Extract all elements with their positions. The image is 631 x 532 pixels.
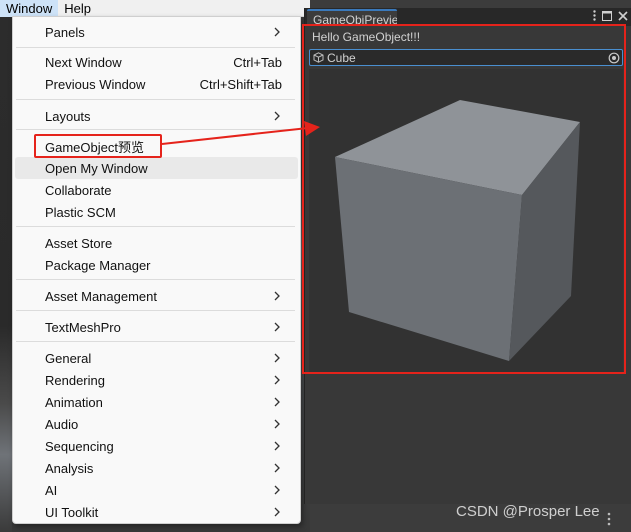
watermark: CSDN @Prosper Lee: [456, 503, 600, 520]
more-icon[interactable]: [606, 512, 612, 526]
pointer-arrow: [161, 121, 320, 145]
